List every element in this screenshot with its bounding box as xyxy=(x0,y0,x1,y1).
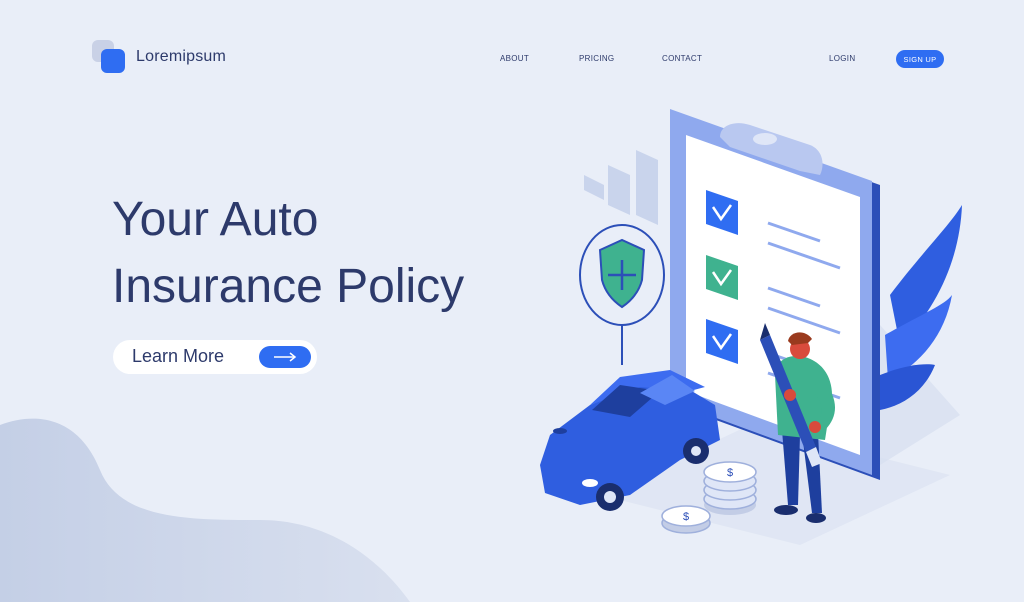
nav-login-link[interactable]: LOGIN xyxy=(829,54,855,63)
plant-leaves xyxy=(880,205,962,410)
bar-chart-icon xyxy=(584,150,658,225)
learn-more-label: Learn More xyxy=(132,346,225,366)
nav-pricing-link[interactable]: PRICING xyxy=(579,54,614,63)
hero-title-line2: Insurance Policy xyxy=(112,260,465,313)
signup-button[interactable]: SIGN UP xyxy=(896,50,944,68)
svg-text:$: $ xyxy=(683,511,689,523)
insurance-illustration: $ $ xyxy=(540,109,962,545)
top-nav: ABOUT PRICING CONTACT LOGIN SIGN UP xyxy=(0,50,1024,70)
hero-title: Your Auto Insurance Policy xyxy=(112,186,532,320)
svg-text:$: $ xyxy=(727,467,733,479)
hero-title-line1: Your Auto xyxy=(112,193,319,246)
learn-more-button[interactable]: Learn More xyxy=(113,340,317,374)
shield-plus-icon xyxy=(579,224,665,365)
arrow-right-icon[interactable] xyxy=(259,346,311,368)
nav-contact-link[interactable]: CONTACT xyxy=(662,54,702,63)
coin-stack: $ xyxy=(703,461,757,515)
nav-about-link[interactable]: ABOUT xyxy=(500,54,529,63)
coin-single: $ xyxy=(661,505,711,534)
